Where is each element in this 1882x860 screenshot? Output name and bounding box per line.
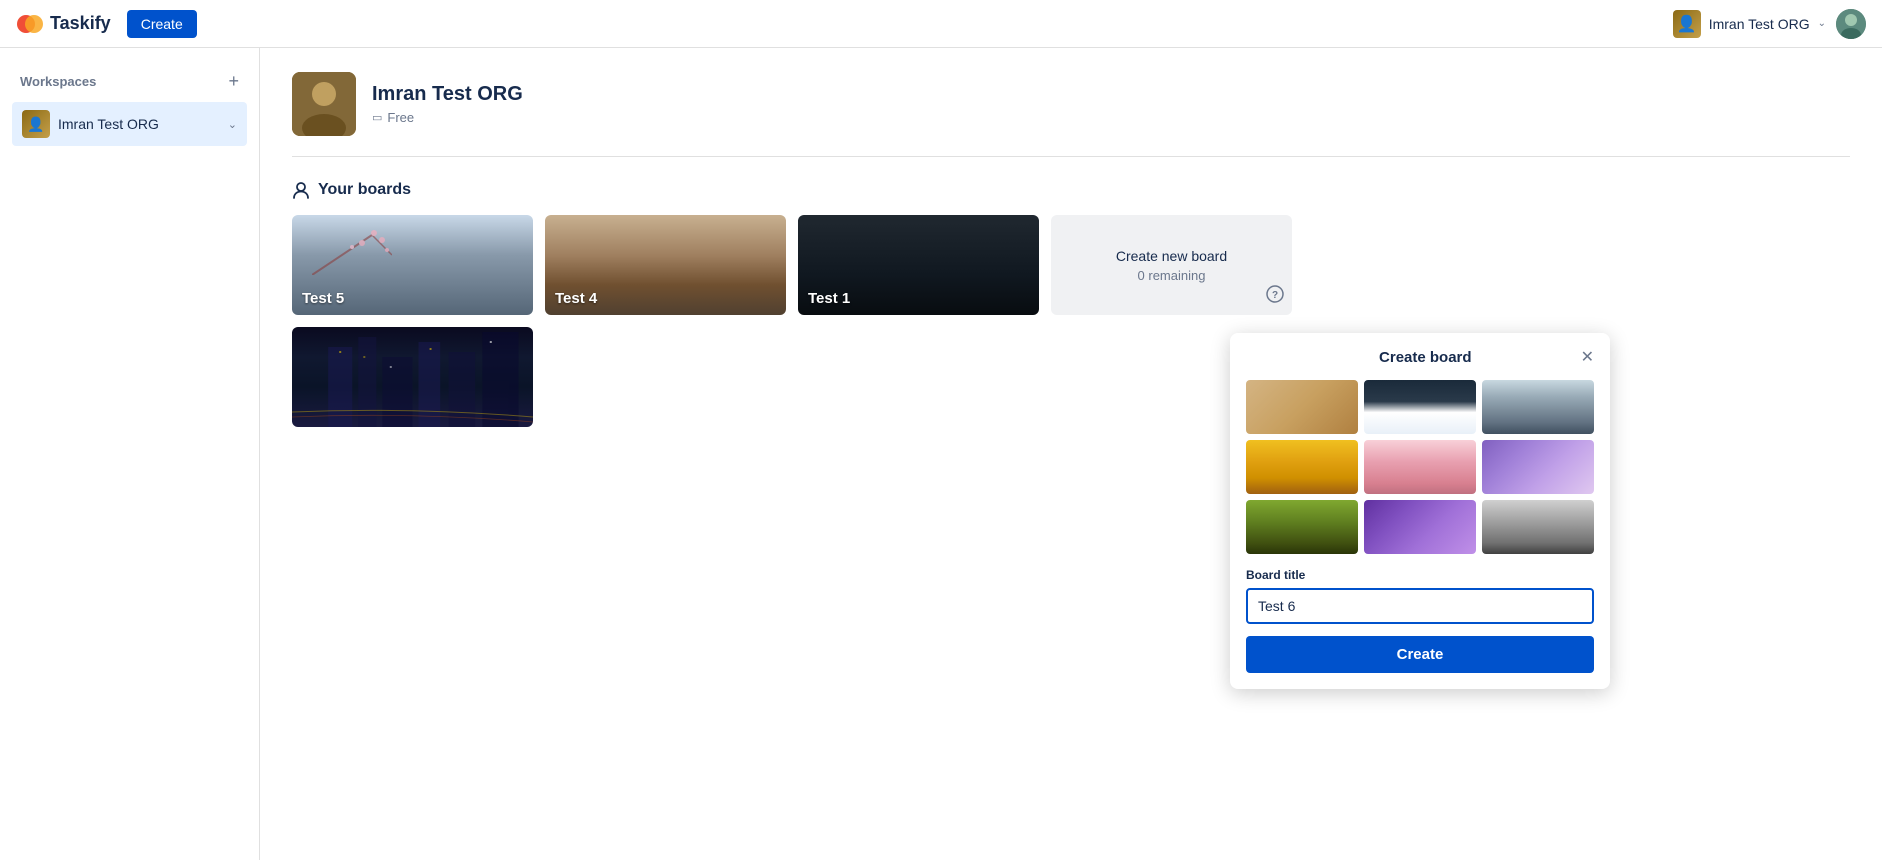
thumb-item-meadow[interactable] <box>1246 500 1358 554</box>
sidebar: Workspaces + 👤 Imran Test ORG ⌄ <box>0 48 260 860</box>
city-lights-decoration <box>292 327 533 427</box>
header-create-button[interactable]: Create <box>127 10 197 38</box>
popup-header: Create board ✕ <box>1246 349 1594 366</box>
boards-section: Your boards <box>292 181 1850 427</box>
org-avatar-large <box>292 72 356 136</box>
board-card-bg-test4: Test 4 <box>545 215 786 315</box>
boards-person-icon <box>292 181 310 199</box>
board-card-bg: Test 5 <box>292 215 533 315</box>
thumb-item-cherry[interactable] <box>1364 440 1476 494</box>
sidebar-item-workspace[interactable]: 👤 Imran Test ORG ⌄ <box>12 102 247 146</box>
board-title-label: Board title <box>1246 568 1594 582</box>
sidebar-section-title: Workspaces <box>20 74 96 89</box>
app-body: Workspaces + 👤 Imran Test ORG ⌄ <box>0 48 1882 860</box>
popup-close-button[interactable]: ✕ <box>1581 350 1594 366</box>
org-name: Imran Test ORG <box>372 83 523 106</box>
board-title-input[interactable] <box>1246 588 1594 624</box>
header-user-avatar[interactable] <box>1836 9 1866 39</box>
boards-heading: Your boards <box>292 181 1850 199</box>
thumb-item-mountains[interactable] <box>1364 380 1476 434</box>
board-card-bg-city <box>292 327 533 427</box>
thumb-item-planet[interactable] <box>1482 440 1594 494</box>
org-header: Imran Test ORG ▭ Free <box>292 72 1850 157</box>
thumbnail-grid <box>1246 380 1594 554</box>
org-plan: ▭ Free <box>372 110 523 125</box>
thumb-item-sunflower[interactable] <box>1246 440 1358 494</box>
org-plan-label: Free <box>387 110 414 125</box>
thumb-item-rocky[interactable] <box>1482 500 1594 554</box>
boards-grid: Test 5 Test 4 Test 1 Create <box>292 215 1292 427</box>
sidebar-add-workspace-button[interactable]: + <box>228 72 239 90</box>
sidebar-workspace-avatar: 👤 <box>22 110 50 138</box>
popup-create-button[interactable]: Create <box>1246 636 1594 673</box>
help-circle-icon: ? <box>1266 285 1284 303</box>
header-org-avatar: 👤 <box>1673 10 1701 38</box>
org-avatar-image <box>292 72 356 136</box>
board-card-title-test5: Test 5 <box>302 290 344 307</box>
sidebar-workspace-name: Imran Test ORG <box>58 116 220 132</box>
decoration-branches <box>312 225 392 275</box>
user-avatar-image <box>1836 9 1866 39</box>
main-content: Imran Test ORG ▭ Free Your boards <box>260 48 1882 860</box>
thumb-item-desert[interactable] <box>1246 380 1358 434</box>
thumb-item-cliff[interactable] <box>1482 380 1594 434</box>
logo-text: Taskify <box>50 13 111 34</box>
create-board-card[interactable]: Create new board 0 remaining ? <box>1051 215 1292 315</box>
logo-icon <box>16 10 44 38</box>
header-org-chevron-icon: ⌄ <box>1818 18 1826 29</box>
svg-text:?: ? <box>1272 290 1278 301</box>
sidebar-header: Workspaces + <box>12 68 247 94</box>
board-card-test4[interactable]: Test 4 <box>545 215 786 315</box>
header-org-name: Imran Test ORG <box>1709 16 1810 32</box>
board-card-bg-test1: Test 1 <box>798 215 1039 315</box>
create-board-remaining-label: 0 remaining <box>1138 268 1206 283</box>
logo-area: Taskify <box>16 10 111 38</box>
popup-title: Create board <box>1270 349 1581 366</box>
plan-icon: ▭ <box>372 111 382 124</box>
org-info: Imran Test ORG ▭ Free <box>372 83 523 125</box>
create-board-help-icon[interactable]: ? <box>1266 285 1284 307</box>
header: Taskify Create 👤 Imran Test ORG ⌄ <box>0 0 1882 48</box>
boards-heading-text: Your boards <box>318 181 411 199</box>
header-org-selector[interactable]: 👤 Imran Test ORG ⌄ <box>1673 10 1826 38</box>
board-card-test5[interactable]: Test 5 <box>292 215 533 315</box>
board-card-test1[interactable]: Test 1 <box>798 215 1039 315</box>
board-card-title-test4: Test 4 <box>555 290 597 307</box>
board-card-title-test1: Test 1 <box>808 290 850 307</box>
board-card-city[interactable] <box>292 327 533 427</box>
header-right: 👤 Imran Test ORG ⌄ <box>1673 9 1866 39</box>
sidebar-workspace-chevron-icon: ⌄ <box>228 118 237 131</box>
create-new-board-label: Create new board <box>1116 248 1227 264</box>
thumb-item-aurora[interactable] <box>1364 500 1476 554</box>
create-board-popup: Create board ✕ Board title Create <box>1230 333 1610 689</box>
